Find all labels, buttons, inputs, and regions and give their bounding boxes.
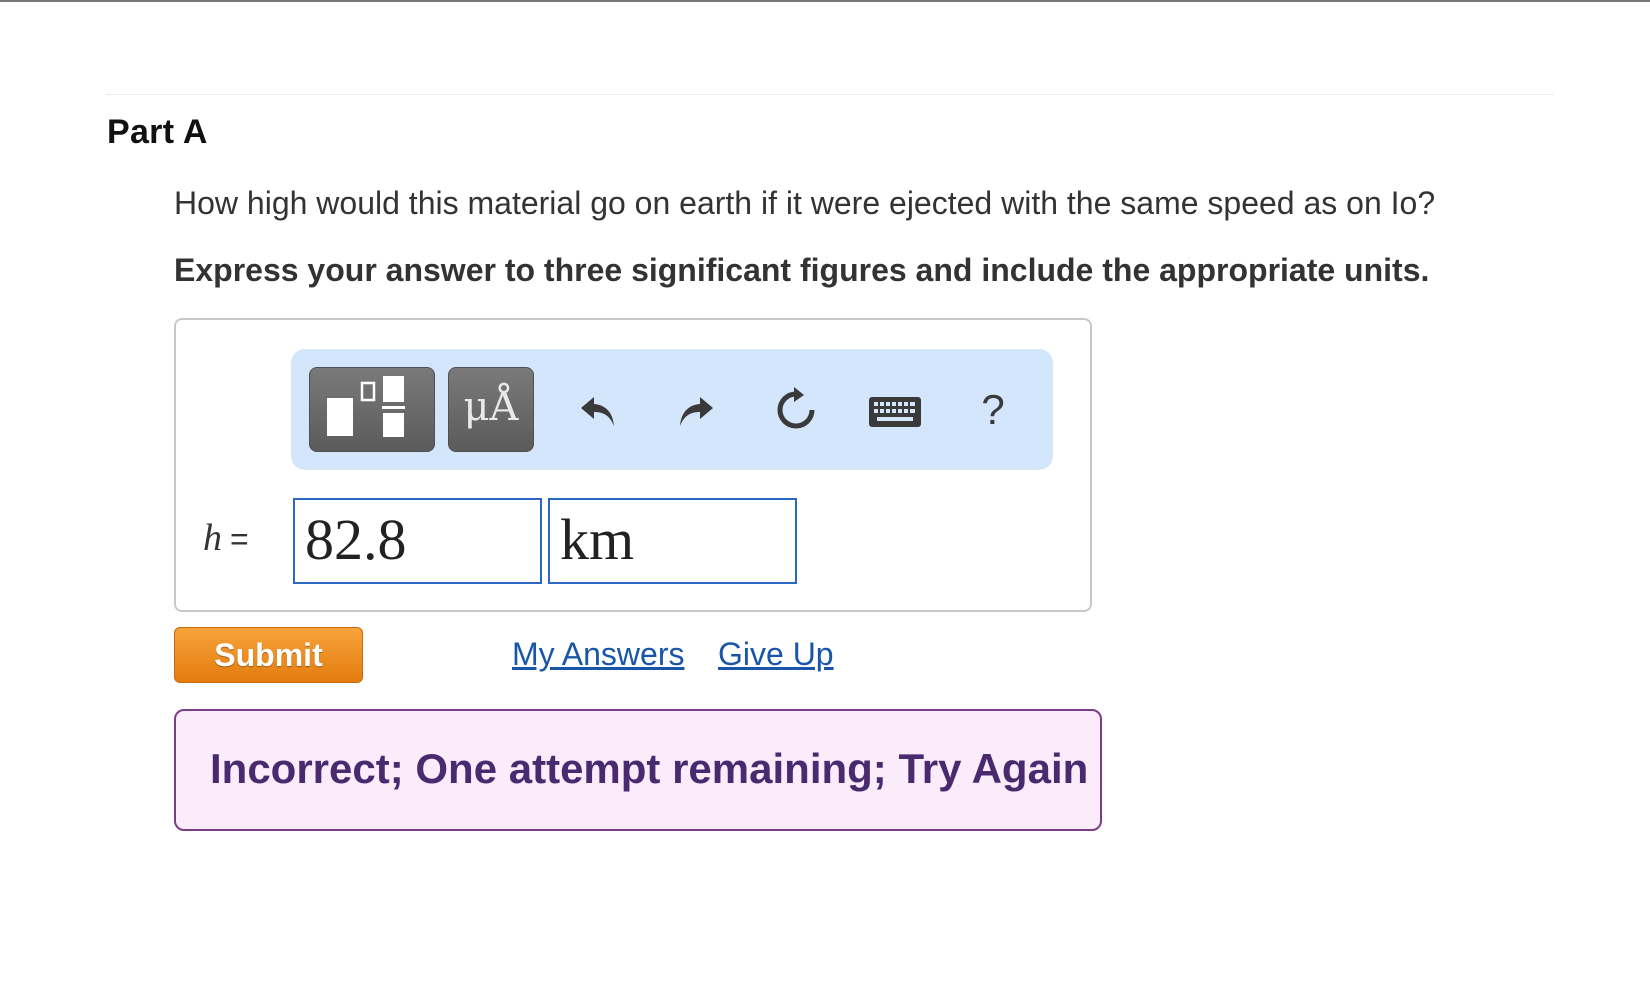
submit-button[interactable]: Submit: [174, 627, 363, 683]
my-answers-link[interactable]: My Answers: [512, 636, 684, 673]
variable-label: h =: [203, 516, 249, 560]
give-up-link[interactable]: Give Up: [718, 636, 834, 673]
answer-unit-input[interactable]: km: [548, 498, 797, 584]
undo-icon: [581, 397, 614, 426]
variable-name: h: [203, 517, 222, 559]
answer-value-input[interactable]: 82.8: [293, 498, 542, 584]
part-title: Part A: [107, 113, 208, 151]
help-button[interactable]: ?: [968, 380, 1018, 440]
equals-sign: =: [230, 521, 249, 557]
keyboard-icon: [869, 397, 921, 427]
undo-button[interactable]: [570, 380, 626, 440]
redo-button[interactable]: [668, 380, 724, 440]
section-divider: [106, 94, 1554, 95]
feedback-message: Incorrect; One attempt remaining; Try Ag…: [210, 745, 1089, 792]
templates-button[interactable]: [309, 367, 435, 452]
units-button[interactable]: μÅ: [448, 367, 534, 452]
units-glyph: μÅ: [463, 384, 519, 430]
keyboard-button[interactable]: [866, 390, 924, 434]
templates-icon: [327, 376, 405, 437]
question-text: How high would this material go on earth…: [174, 185, 1436, 221]
top-border: [0, 0, 1650, 2]
instruction-text: Express your answer to three significant…: [174, 252, 1430, 288]
reset-button[interactable]: [766, 380, 826, 440]
reset-icon: [777, 387, 815, 429]
redo-icon: [680, 397, 713, 426]
